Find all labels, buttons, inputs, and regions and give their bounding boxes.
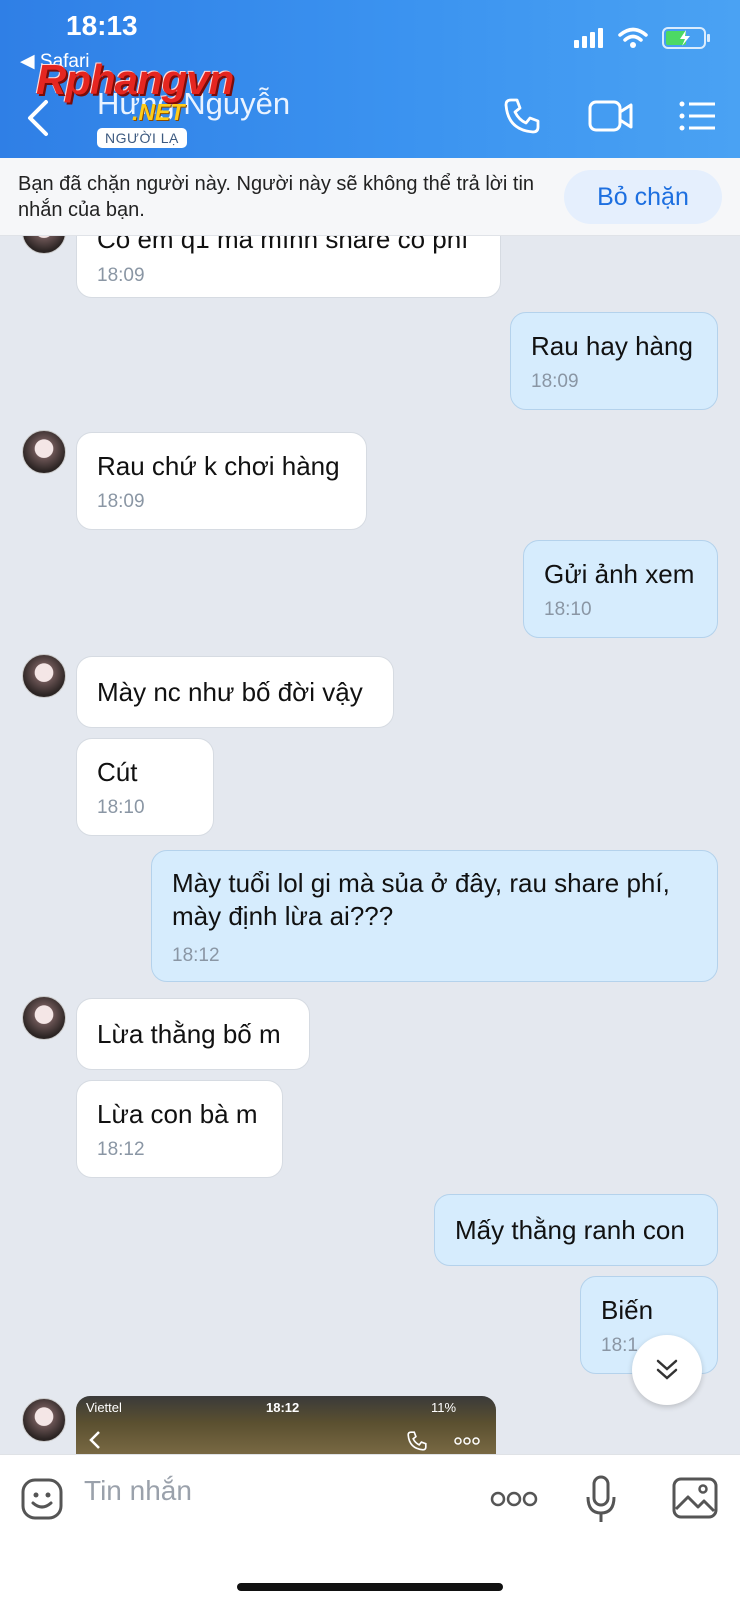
message-bubble-incoming[interactable]: Lừa con bà m 18:12 bbox=[76, 1080, 283, 1178]
status-icons bbox=[574, 26, 712, 50]
home-indicator bbox=[237, 1583, 503, 1591]
avatar[interactable] bbox=[22, 430, 66, 474]
image-carrier: Viettel bbox=[86, 1400, 122, 1415]
sticker-icon[interactable] bbox=[20, 1477, 64, 1521]
menu-button[interactable] bbox=[676, 94, 720, 138]
video-camera-icon bbox=[588, 100, 633, 132]
phone-icon bbox=[504, 98, 540, 134]
back-arrow-icon[interactable] bbox=[22, 98, 58, 138]
message-time: 18:12 bbox=[97, 1139, 145, 1160]
more-options-icon[interactable] bbox=[490, 1491, 538, 1507]
message-text: Mày tuổi lol gi mà sủa ở đây, rau share … bbox=[172, 868, 670, 931]
image-back-icon bbox=[89, 1431, 100, 1449]
message-text: Có em q1 mà mình share có phí bbox=[97, 236, 469, 254]
message-bubble-outgoing[interactable]: Gửi ảnh xem 18:10 bbox=[523, 540, 718, 638]
blocked-notice-text: Bạn đã chặn người này. Người này sẽ khôn… bbox=[18, 173, 535, 221]
scroll-to-bottom-button[interactable] bbox=[632, 1335, 702, 1405]
composer-bar: Tin nhắn bbox=[0, 1454, 740, 1600]
avatar[interactable] bbox=[22, 996, 66, 1040]
video-call-button[interactable] bbox=[586, 94, 636, 138]
message-text: Rau chứ k chơi hàng bbox=[97, 451, 340, 481]
image-gallery-icon[interactable] bbox=[672, 1477, 718, 1519]
message-time: 18:1 bbox=[601, 1335, 638, 1356]
message-text: Cút bbox=[97, 757, 138, 787]
watermark-logo: Rphangvn bbox=[36, 56, 234, 103]
message-bubble-outgoing[interactable]: Rau hay hàng 18:09 bbox=[510, 312, 718, 410]
list-menu-icon bbox=[679, 101, 715, 131]
message-list[interactable]: Có em q1 mà mình share có phí 18:09 Rau … bbox=[0, 236, 740, 1454]
message-bubble-outgoing[interactable]: Mấy thằng ranh con bbox=[434, 1194, 718, 1266]
message-bubble-incoming[interactable]: Có em q1 mà mình share có phí 18:09 bbox=[76, 236, 501, 298]
message-time: 18:10 bbox=[97, 797, 145, 818]
message-bubble-outgoing[interactable]: Mày tuổi lol gi mà sủa ở đây, rau share … bbox=[151, 850, 718, 982]
image-time: 18:12 bbox=[266, 1400, 300, 1415]
message-text: Mày nc như bố đời vậy bbox=[97, 677, 363, 707]
image-message[interactable]: Viettel 18:12 11% bbox=[76, 1396, 496, 1456]
blocked-banner: Bạn đã chặn người này. Người này sẽ khôn… bbox=[0, 158, 740, 236]
battery-icon bbox=[662, 27, 710, 49]
message-bubble-incoming[interactable]: Cút 18:10 bbox=[76, 738, 214, 836]
message-bubble-incoming[interactable]: Rau chứ k chơi hàng 18:09 bbox=[76, 432, 367, 530]
microphone-icon[interactable] bbox=[584, 1475, 618, 1525]
call-button[interactable] bbox=[500, 94, 544, 138]
image-status-bar: Viettel 18:12 11% bbox=[76, 1400, 496, 1420]
avatar[interactable] bbox=[22, 1398, 66, 1442]
message-time: 18:09 bbox=[97, 491, 145, 512]
image-battery: 11% bbox=[431, 1400, 457, 1415]
message-text: Lừa thằng bố m bbox=[97, 1019, 281, 1049]
message-bubble-incoming[interactable]: Mày nc như bố đời vậy bbox=[76, 656, 394, 728]
message-input[interactable]: Tin nhắn bbox=[84, 1475, 192, 1507]
message-text: Gửi ảnh xem bbox=[544, 559, 695, 589]
chat-header: 18:13 ◀ Safari Hưng Nguyễn NGƯỜI LẠ Rpha… bbox=[0, 0, 740, 158]
unblock-button[interactable]: Bỏ chặn bbox=[564, 170, 722, 224]
wifi-icon bbox=[618, 27, 648, 48]
image-phone-icon bbox=[407, 1431, 427, 1451]
double-chevron-down-icon bbox=[656, 1359, 678, 1380]
message-text: Biến bbox=[601, 1295, 654, 1325]
image-more-icon bbox=[454, 1437, 480, 1445]
signal-icon bbox=[574, 28, 603, 48]
status-time: 18:13 bbox=[66, 10, 138, 41]
message-time: 18:09 bbox=[97, 265, 145, 286]
avatar[interactable] bbox=[22, 236, 66, 254]
avatar[interactable] bbox=[22, 654, 66, 698]
message-text: Lừa con bà m bbox=[97, 1099, 258, 1129]
watermark-logo-sub: .NET bbox=[132, 99, 185, 125]
message-text: Rau hay hàng bbox=[531, 331, 693, 361]
message-bubble-incoming[interactable]: Lừa thằng bố m bbox=[76, 998, 310, 1070]
message-time: 18:10 bbox=[544, 599, 592, 620]
stranger-badge: NGƯỜI LẠ bbox=[97, 128, 187, 148]
message-text: Mấy thằng ranh con bbox=[455, 1215, 685, 1245]
message-time: 18:09 bbox=[531, 371, 579, 392]
message-time: 18:12 bbox=[172, 945, 220, 966]
